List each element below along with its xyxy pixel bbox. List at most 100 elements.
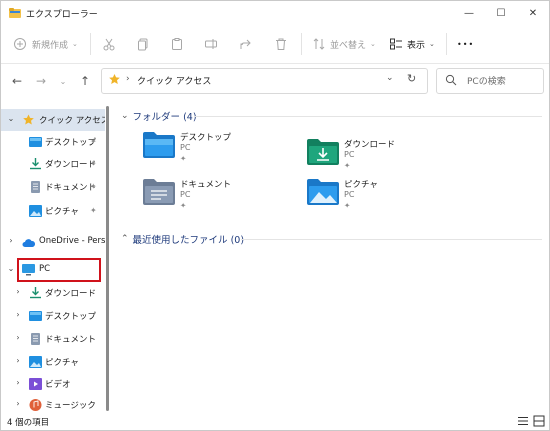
pin-icon: ✦ <box>180 201 187 210</box>
back-button[interactable]: ← <box>9 73 25 89</box>
sidebar-item-pictures[interactable]: ピクチャ ✦ <box>1 200 105 222</box>
star-icon <box>109 74 120 84</box>
sidebar-item-label: ダウンロード <box>45 289 97 299</box>
maximize-icon: ☐ <box>496 7 506 19</box>
more-options-button[interactable]: ••• <box>457 34 474 54</box>
recent-locations-button[interactable]: ⌄ <box>55 73 71 89</box>
star-icon <box>23 114 34 125</box>
chevron-down-icon: ⌄ <box>121 111 129 121</box>
sidebar-item-label: ピクチャ <box>45 358 79 368</box>
view-button[interactable]: 表示 ⌄ <box>389 34 435 54</box>
sidebar-item-pc-desktop[interactable]: › デスクトップ <box>1 305 105 327</box>
sidebar-item-quick-access[interactable]: ⌄ クイック アクセス <box>1 109 105 131</box>
sidebar-item-label: ダウンロード <box>45 160 97 170</box>
sort-button[interactable]: 並べ替え ⌄ <box>312 34 376 54</box>
chevron-down-icon[interactable]: ⌄ <box>386 73 394 83</box>
folder-location: PC <box>344 150 355 159</box>
delete-button[interactable] <box>274 34 288 54</box>
address-bar[interactable]: › クイック アクセス ⌄ ↻ <box>101 68 428 94</box>
sort-label: 並べ替え <box>330 40 367 51</box>
new-label: 新規作成 <box>32 40 69 51</box>
refresh-icon[interactable]: ↻ <box>407 72 416 85</box>
sidebar-item-pc-documents[interactable]: › ドキュメント <box>1 328 105 350</box>
folder-tile-documents[interactable]: ドキュメント PC ✦ <box>142 177 302 217</box>
search-icon <box>445 74 457 86</box>
pin-icon: ✦ <box>90 137 97 146</box>
chevron-right-icon[interactable]: › <box>13 399 23 408</box>
toolbar-divider <box>446 33 447 55</box>
details-view-icon[interactable] <box>517 415 529 427</box>
file-explorer-app-icon <box>9 8 21 18</box>
download-folder-icon <box>30 158 41 170</box>
trash-icon <box>276 38 286 50</box>
search-input[interactable]: PCの検索 <box>467 74 506 87</box>
minimize-button[interactable]: — <box>453 1 485 25</box>
folder-tile-pictures[interactable]: ピクチャ PC ✦ <box>306 177 466 217</box>
chevron-right-icon[interactable]: › <box>13 287 23 296</box>
sidebar-item-label: ミュージック <box>45 401 96 411</box>
large-icons-view-icon[interactable] <box>533 415 545 427</box>
recent-files-group-header[interactable]: ⌃ 最近使用したファイル (0) <box>121 232 244 246</box>
sidebar-item-onedrive[interactable]: › OneDrive - Perso <box>1 231 105 253</box>
pictures-folder-icon <box>29 205 42 217</box>
sidebar-item-pc-videos[interactable]: › ビデオ <box>1 373 105 395</box>
chevron-right-icon[interactable]: › <box>13 356 23 365</box>
sidebar-item-label: デスクトップ <box>45 312 97 322</box>
maximize-button[interactable]: ☐ <box>485 1 517 25</box>
view-label: 表示 <box>407 40 426 51</box>
folder-tile-desktop[interactable]: デスクトップ PC ✦ <box>142 130 302 170</box>
sidebar-item-pc-music[interactable]: › ミュージック <box>1 396 105 413</box>
up-button[interactable]: ↑ <box>77 73 93 89</box>
sidebar-item-pc-pictures[interactable]: › ピクチャ <box>1 351 105 373</box>
group-divider <box>241 239 542 240</box>
arrow-right-icon: → <box>35 74 47 88</box>
folder-location: PC <box>180 190 191 199</box>
arrow-up-icon: ↑ <box>79 74 91 88</box>
view-list-icon <box>390 38 402 50</box>
sidebar-item-downloads[interactable]: ダウンロード ✦ <box>1 153 105 175</box>
new-button[interactable]: 新規作成 ⌄ <box>13 34 78 54</box>
rename-button[interactable] <box>204 34 218 54</box>
arrow-left-icon: ← <box>11 74 23 88</box>
folders-group-title: フォルダー (4) <box>132 112 197 123</box>
share-button[interactable] <box>238 34 252 54</box>
documents-folder-icon <box>31 333 40 345</box>
desktop-folder-icon <box>29 311 42 321</box>
item-count: 4 個の項目 <box>7 418 50 428</box>
sidebar-item-pc-downloads[interactable]: › ダウンロード <box>1 282 105 304</box>
chevron-down-icon: ⌄ <box>72 40 78 48</box>
paste-button[interactable] <box>170 34 184 54</box>
explorer-window: エクスプローラー — ☐ ✕ 新規作成 ⌄ 並べ替え ⌄ 表示 ⌄ ••• ← … <box>0 0 550 431</box>
chevron-right-icon[interactable]: › <box>6 236 16 245</box>
pictures-folder-icon <box>29 356 42 368</box>
share-icon <box>240 39 251 49</box>
sidebar-item-documents[interactable]: ドキュメント ✦ <box>1 176 105 198</box>
clipboard-icon <box>172 38 182 50</box>
sidebar-item-desktop[interactable]: デスクトップ ✦ <box>1 131 105 153</box>
copy-button[interactable] <box>136 34 150 54</box>
search-box[interactable]: PCの検索 <box>436 68 544 94</box>
close-icon: ✕ <box>528 7 538 19</box>
toolbar-divider <box>301 33 302 55</box>
chevron-right-icon[interactable]: › <box>13 378 23 387</box>
chevron-up-icon: ⌃ <box>121 234 129 244</box>
command-bar: 新規作成 ⌄ 並べ替え ⌄ 表示 ⌄ ••• <box>1 25 549 64</box>
pin-icon: ✦ <box>90 206 97 215</box>
folders-group-header[interactable]: ⌄ フォルダー (4) <box>121 109 197 123</box>
folder-tile-downloads[interactable]: ダウンロード PC ✦ <box>306 137 466 177</box>
forward-button[interactable]: → <box>33 73 49 89</box>
close-button[interactable]: ✕ <box>517 1 549 25</box>
chevron-right-icon[interactable]: › <box>13 310 23 319</box>
chevron-down-icon[interactable]: ⌄ <box>6 264 16 273</box>
breadcrumb-path[interactable]: クイック アクセス <box>137 74 211 87</box>
sidebar-scrollbar[interactable] <box>106 106 109 411</box>
recent-files-group-title: 最近使用したファイル (0) <box>132 235 245 246</box>
breadcrumb-chevron-icon: › <box>126 74 130 84</box>
sidebar-item-label: デスクトップ <box>45 138 97 148</box>
chevron-down-icon[interactable]: ⌄ <box>6 114 16 123</box>
cut-button[interactable] <box>102 34 116 54</box>
folder-name: ドキュメント <box>180 180 232 190</box>
toolbar-divider <box>90 33 91 55</box>
pc-highlight-box <box>17 258 101 282</box>
chevron-right-icon[interactable]: › <box>13 333 23 342</box>
